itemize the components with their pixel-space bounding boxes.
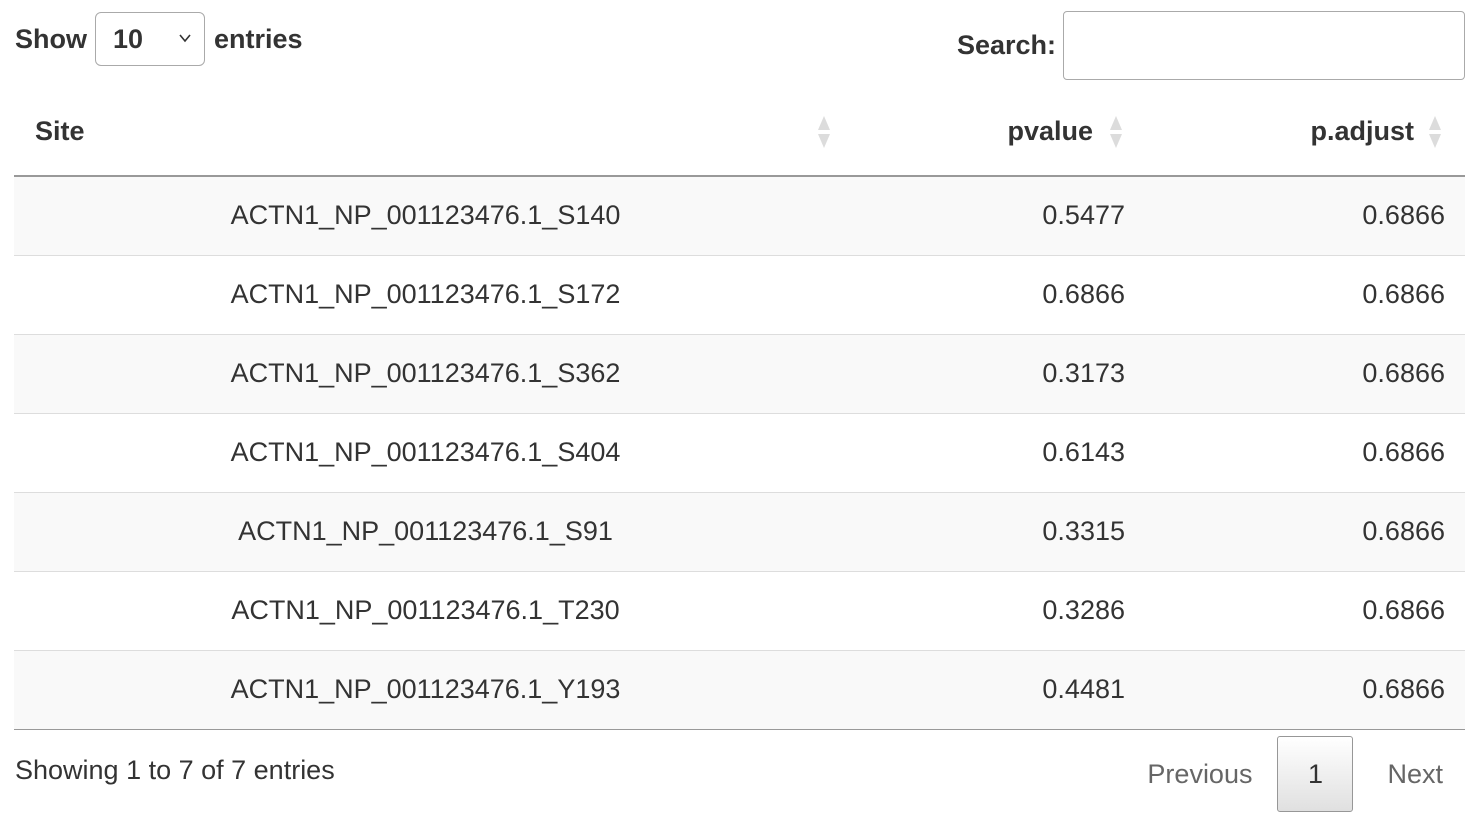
table-info: Showing 1 to 7 of 7 entries [15,755,335,785]
cell-site: ACTN1_NP_001123476.1_S91 [14,491,834,571]
column-header-site[interactable]: Site [14,88,834,177]
search-filter: Search: [957,11,1465,80]
table-row: ACTN1_NP_001123476.1_T230 0.3286 0.6866 [14,570,1465,650]
cell-site: ACTN1_NP_001123476.1_S404 [14,412,834,492]
cell-pvalue: 0.3173 [834,333,1146,413]
sort-both-icon [1110,116,1122,148]
cell-site: ACTN1_NP_001123476.1_S140 [14,176,834,255]
cell-pvalue: 0.3315 [834,491,1146,571]
table-row: ACTN1_NP_001123476.1_S91 0.3315 0.6866 [14,491,1465,571]
cell-padjust: 0.6866 [1146,570,1465,650]
cell-padjust: 0.6866 [1146,412,1465,492]
previous-button[interactable]: Previous [1125,736,1265,812]
header-row: Site pvalue p.adjust [14,88,1465,177]
page-button-current[interactable]: 1 [1277,736,1354,812]
cell-padjust: 0.6866 [1146,333,1465,413]
cell-padjust: 0.6866 [1146,491,1465,571]
page-length-select[interactable]: 10 [95,12,205,66]
cell-pvalue: 0.4481 [834,649,1146,730]
sort-both-icon [1429,116,1441,148]
next-button[interactable]: Next [1365,736,1465,812]
column-header-pvalue[interactable]: pvalue [834,88,1146,177]
column-label: p.adjust [1310,116,1414,146]
length-menu: Show 10 entries [15,12,303,66]
pagination: Previous 1 Next [1125,736,1465,812]
search-label: Search: [956,30,1056,60]
table-row: ACTN1_NP_001123476.1_S172 0.6866 0.6866 [14,254,1465,334]
show-label: Show [15,23,87,54]
cell-site: ACTN1_NP_001123476.1_S172 [14,254,834,334]
cell-padjust: 0.6866 [1146,649,1465,730]
cell-pvalue: 0.6866 [834,254,1146,334]
cell-site: ACTN1_NP_001123476.1_T230 [14,570,834,650]
table-row: ACTN1_NP_001123476.1_Y193 0.4481 0.6866 [14,649,1465,730]
cell-padjust: 0.6866 [1146,254,1465,334]
column-header-padjust[interactable]: p.adjust [1146,88,1465,177]
cell-pvalue: 0.6143 [834,412,1146,492]
data-table: Site pvalue p.adjust ACTN1_NP_001123476.… [14,88,1465,730]
cell-padjust: 0.6866 [1146,176,1465,255]
column-label: pvalue [1007,116,1093,146]
sort-both-icon [818,116,830,148]
table-row: ACTN1_NP_001123476.1_S140 0.5477 0.6866 [14,176,1465,255]
table-row: ACTN1_NP_001123476.1_S362 0.3173 0.6866 [14,333,1465,413]
entries-label: entries [214,23,303,54]
cell-site: ACTN1_NP_001123476.1_S362 [14,333,834,413]
search-input[interactable] [1063,11,1465,80]
chevron-down-icon [179,34,191,43]
cell-pvalue: 0.3286 [834,570,1146,650]
cell-site: ACTN1_NP_001123476.1_Y193 [14,649,834,730]
page-length-value: 10 [113,23,144,54]
cell-pvalue: 0.5477 [834,176,1146,255]
table-row: ACTN1_NP_001123476.1_S404 0.6143 0.6866 [14,412,1465,492]
column-label: Site [35,116,85,146]
datatable-wrapper: Show 10 entries Search: Site pvalue p.ad… [0,0,1473,825]
